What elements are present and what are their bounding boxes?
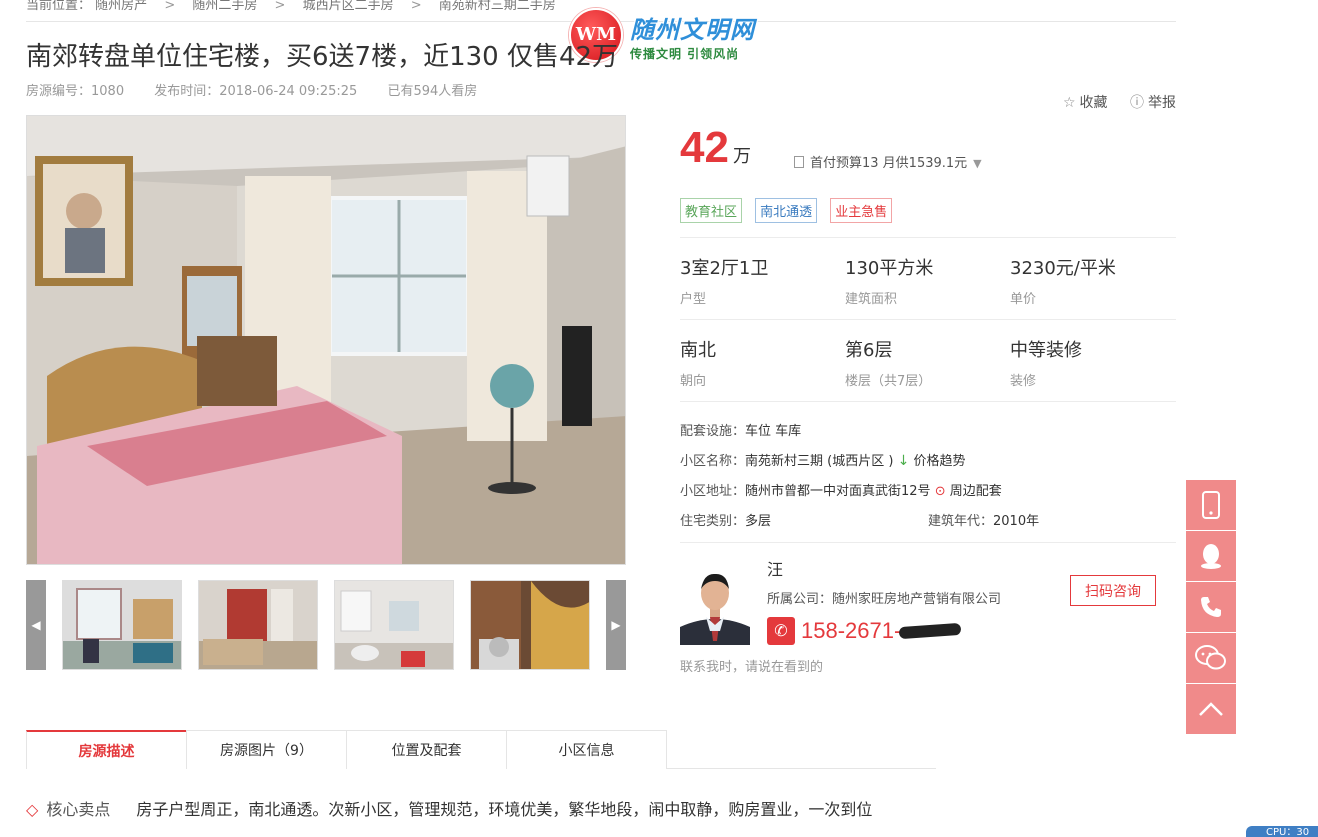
- scan-consult-button[interactable]: 扫码咨询: [1070, 575, 1156, 606]
- tag-urgent: 业主急售: [830, 198, 893, 223]
- info-icon: ⓘ: [1130, 95, 1144, 111]
- nearby-link[interactable]: 周边配套: [950, 484, 1002, 499]
- thumbnail-next-button[interactable]: ▶: [606, 580, 626, 670]
- tag-education: 教育社区: [680, 198, 743, 223]
- selling-text: 房子户型周正，南北通透。次新小区，管理规范，环境优美，繁华地段，闹中取静，购房置…: [136, 800, 873, 819]
- chevron-down-icon: ▼: [973, 157, 982, 170]
- info-community: 小区名称：南苑新村三期 (城西片区 ) ↓ 价格趋势: [680, 453, 966, 469]
- mobile-button[interactable]: [1186, 480, 1236, 530]
- bedroom-wardrobe-photo: [199, 581, 317, 669]
- page-title: 南郊转盘单位住宅楼，买6送7楼，近130 仅售42万: [26, 42, 619, 72]
- floating-toolbar: [1186, 480, 1236, 735]
- breadcrumb-item-3[interactable]: 南苑新村三期二手房: [439, 0, 556, 13]
- breadcrumb-sep: >: [410, 0, 422, 13]
- spec-layout: 3室2厅1卫 户型: [680, 258, 769, 307]
- favorite-button[interactable]: ☆ 收藏: [1063, 95, 1108, 111]
- star-icon: ☆: [1062, 95, 1076, 111]
- living-room-photo: [63, 581, 181, 669]
- phone-icon: [1201, 597, 1221, 617]
- logo-slogan: 传播文明 引领风尚: [630, 47, 740, 61]
- budget-dropdown[interactable]: 首付预算13 月供1539.1元 ▼: [794, 152, 982, 171]
- breadcrumb-item-1[interactable]: 随州二手房: [192, 0, 257, 13]
- spec-floor: 第6层 楼层（共7层）: [845, 340, 932, 389]
- thumbnail-3[interactable]: [334, 580, 454, 670]
- detail-tabs: 房源描述 房源图片（9） 位置及配套 小区信息: [26, 730, 936, 769]
- agent-company: 所属公司：随州家旺房地产营销有限公司: [767, 592, 1002, 607]
- chevron-left-icon: ◀: [31, 618, 41, 632]
- main-photo[interactable]: [26, 115, 626, 565]
- tab-community[interactable]: 小区信息: [506, 730, 667, 769]
- chevron-right-icon: ▶: [611, 618, 621, 632]
- listing-meta: 房源编号：1080 发布时间：2018-06-24 09:25:25 已有594…: [26, 80, 503, 99]
- listing-code: 房源编号：1080: [26, 84, 125, 99]
- qq-icon: [1201, 544, 1221, 569]
- selling-label: 核心卖点: [46, 800, 111, 819]
- avatar: [680, 561, 750, 645]
- breadcrumb-prefix: 当前位置：: [26, 0, 92, 13]
- info-facilities: 配套设施：车位 车库: [680, 424, 802, 439]
- logo-title: 随州文明网: [630, 16, 755, 44]
- price-unit: 万: [732, 146, 751, 167]
- divider: [680, 542, 1176, 543]
- spec-unit-price: 3230元/平米 单价: [1010, 258, 1116, 307]
- thumbnail-prev-button[interactable]: ◀: [26, 580, 46, 670]
- back-to-top-button[interactable]: [1186, 684, 1236, 734]
- tab-location[interactable]: 位置及配套: [346, 730, 507, 769]
- diamond-icon: ◇: [26, 800, 39, 819]
- listing-actions: ☆ 收藏 ⓘ 举报: [1045, 92, 1176, 112]
- qq-button[interactable]: [1186, 531, 1236, 581]
- breadcrumb-sep: >: [274, 0, 286, 13]
- divider: [680, 237, 1176, 238]
- divider: [680, 319, 1176, 320]
- breadcrumb-item-2[interactable]: 城西片区二手房: [303, 0, 394, 13]
- wechat-icon: [1195, 645, 1226, 670]
- thumbnail-4[interactable]: [470, 580, 590, 670]
- wechat-button[interactable]: [1186, 633, 1236, 683]
- info-type: 住宅类别：多层: [680, 514, 772, 529]
- spec-area: 130平方米 建筑面积: [845, 258, 934, 307]
- arrow-down-icon: ↓: [897, 453, 910, 469]
- community-link[interactable]: 南苑新村三期 (城西片区 ): [745, 454, 893, 469]
- thumbnail-1[interactable]: [62, 580, 182, 670]
- price-block: 42 万: [680, 123, 751, 173]
- bedroom-photo: [27, 116, 625, 564]
- breadcrumb: 当前位置： 随州房产 > 随州二手房 > 城西片区二手房 > 南苑新村三期二手房: [26, 0, 556, 13]
- contact-note: 联系我时，请说在看到的: [680, 660, 824, 675]
- view-count: 已有594人看房: [387, 84, 478, 99]
- publish-time: 发布时间：2018-06-24 09:25:25: [154, 84, 358, 99]
- agent-phone[interactable]: ✆ 158-2671-: [767, 617, 962, 645]
- spec-decoration: 中等装修 装修: [1010, 340, 1082, 389]
- agent-name: 汪: [767, 560, 784, 579]
- tab-photos[interactable]: 房源图片（9）: [186, 730, 347, 769]
- tab-description[interactable]: 房源描述: [26, 730, 187, 769]
- info-address: 小区地址：随州市曾都一中对面真武街12号 ⊙ 周边配套: [680, 484, 1002, 499]
- thumbnail-strip: ◀ ▶: [26, 580, 626, 670]
- price-value: 42: [680, 123, 729, 172]
- report-button[interactable]: ⓘ 举报: [1130, 95, 1176, 111]
- thumbnail-2[interactable]: [198, 580, 318, 670]
- phone-icon: ✆: [767, 617, 795, 645]
- price-trend-link[interactable]: 价格趋势: [913, 454, 965, 469]
- bathroom-photo: [335, 581, 453, 669]
- divider: [680, 401, 1176, 402]
- breadcrumb-item-0[interactable]: 随州房产: [95, 0, 147, 13]
- cpu-badge: CPU：30: [1246, 826, 1318, 837]
- mobile-icon: [1202, 491, 1220, 519]
- calculator-icon: [794, 156, 804, 168]
- kitchen-photo: [471, 581, 589, 669]
- info-year: 建筑年代：2010年: [928, 514, 1040, 529]
- spec-orientation: 南北 朝向: [680, 340, 716, 389]
- feature-tags: 教育社区 南北通透 业主急售: [680, 198, 900, 223]
- breadcrumb-sep: >: [164, 0, 176, 13]
- chevron-up-icon: [1199, 702, 1223, 716]
- core-selling-point: ◇ 核心卖点 房子户型周正，南北通透。次新小区，管理规范，环境优美，繁华地段，闹中取…: [26, 796, 872, 820]
- tag-orientation: 南北通透: [755, 198, 818, 223]
- phone-button[interactable]: [1186, 582, 1236, 632]
- location-pin-icon: ⊙: [934, 484, 946, 499]
- redaction-mark: [898, 622, 962, 640]
